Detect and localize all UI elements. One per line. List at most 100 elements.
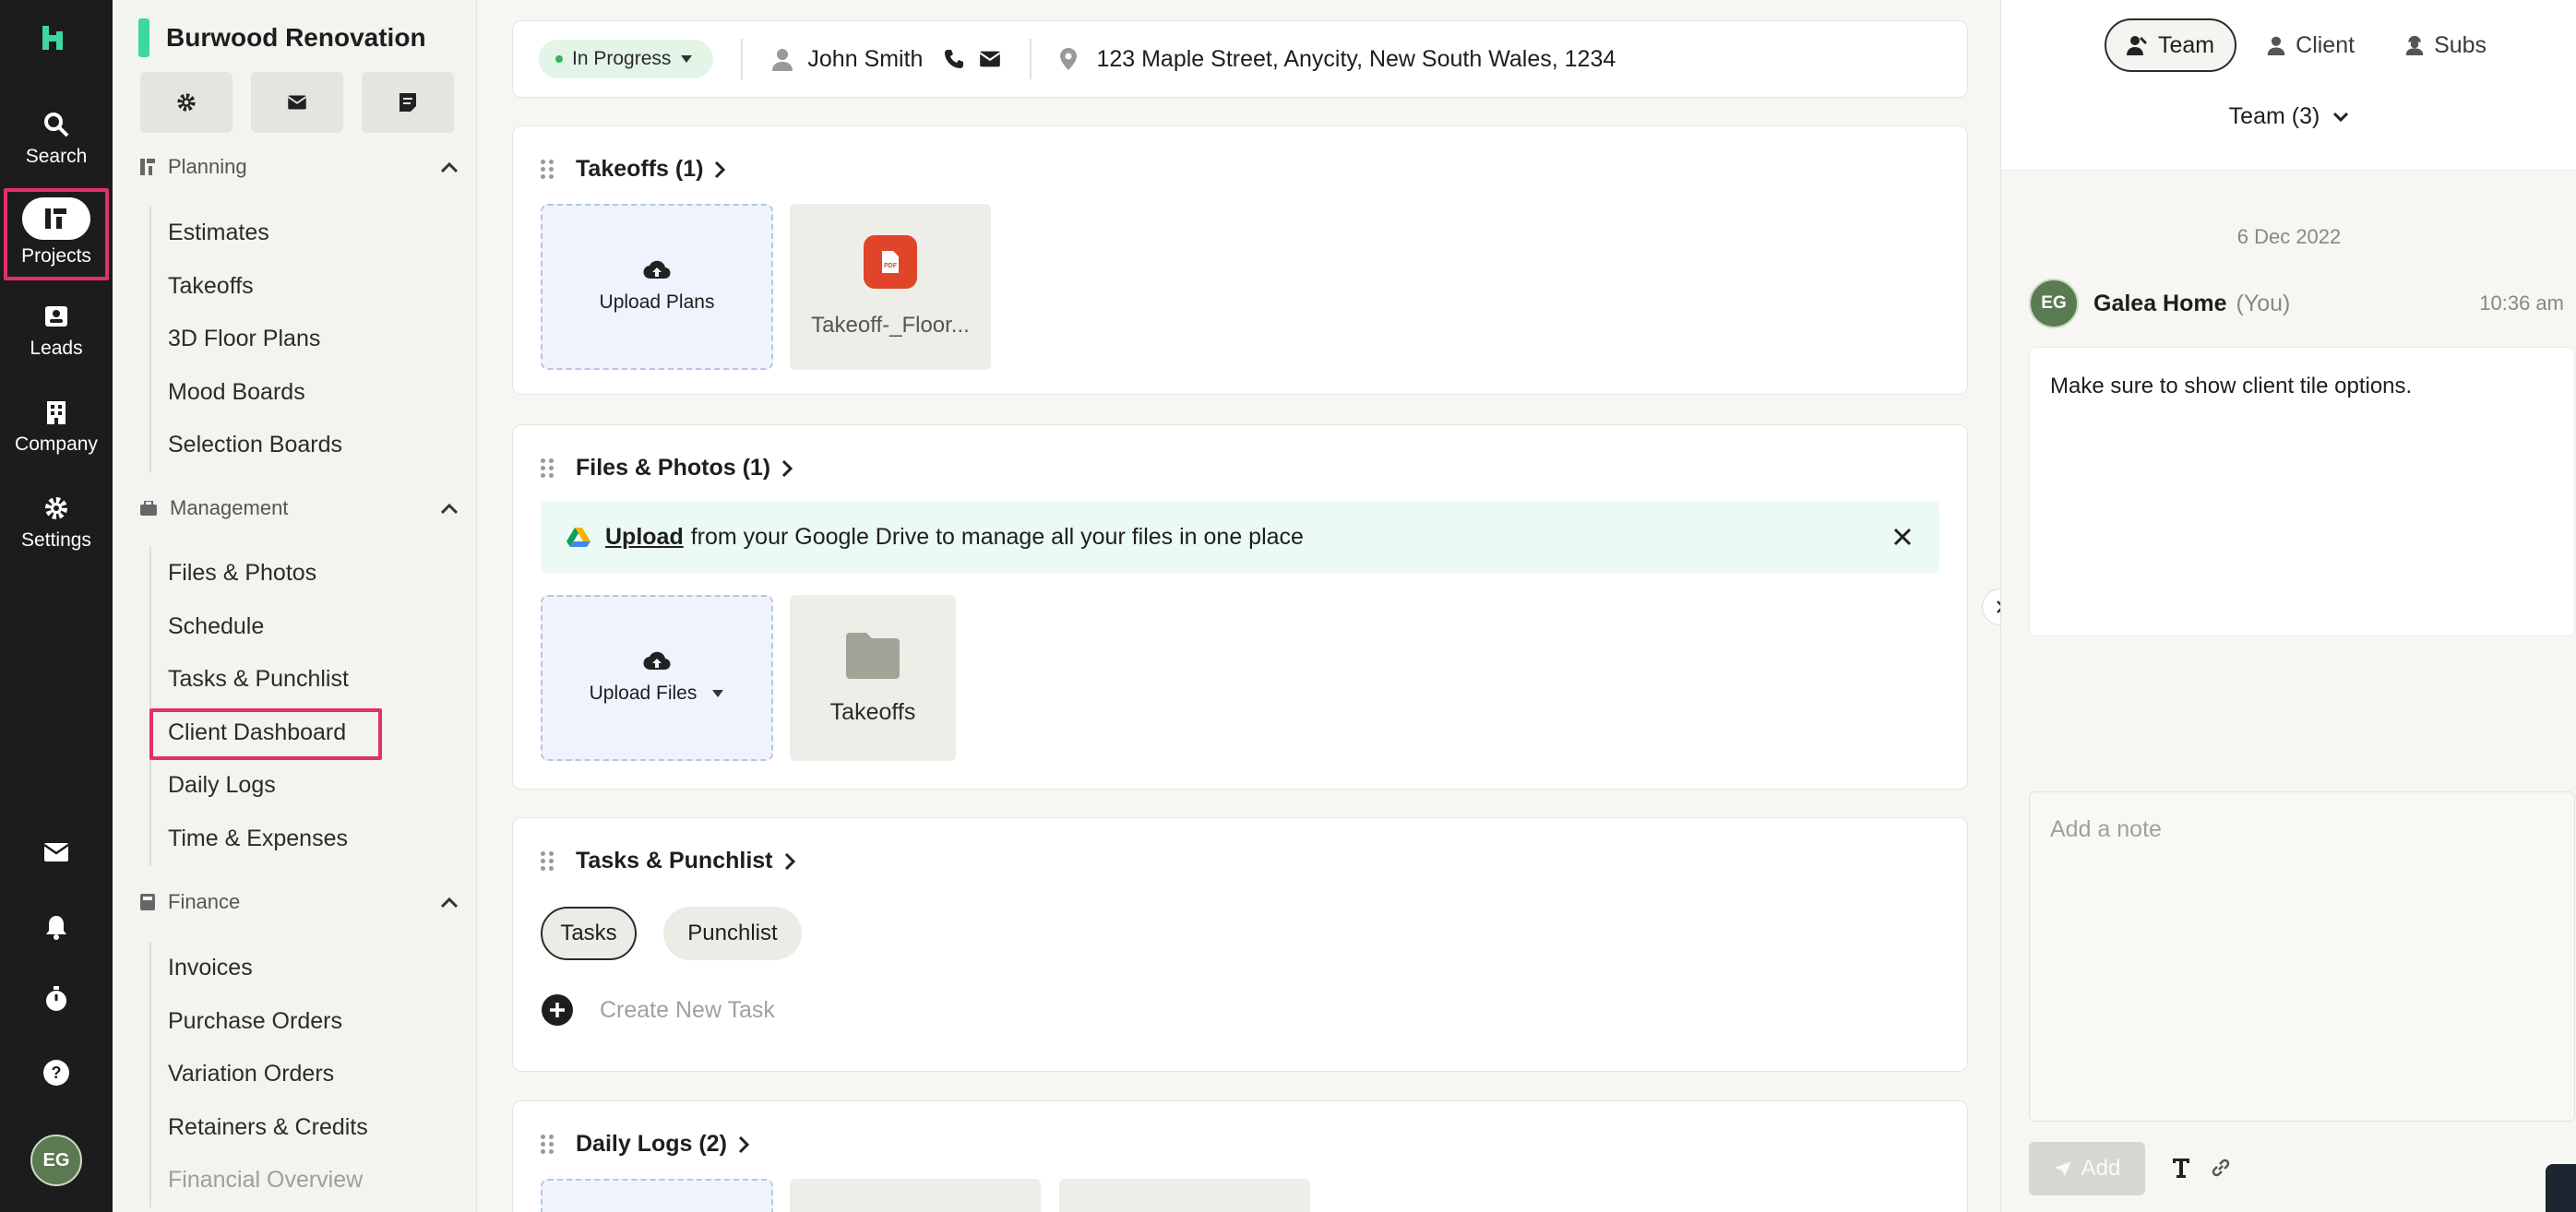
notifications-button[interactable] (0, 913, 113, 941)
link-icon[interactable] (2210, 1157, 2232, 1179)
drag-handle-icon[interactable] (541, 457, 554, 479)
takeoff-file-tile[interactable]: PDF Takeoff-_Floor... (790, 204, 991, 370)
drag-handle-icon[interactable] (541, 850, 554, 872)
rail-search-label: Search (25, 146, 88, 167)
rail-company-label: Company (15, 434, 98, 455)
takeoffs-title: Takeoffs (1) (576, 156, 704, 182)
tab-tasks[interactable]: Tasks (541, 907, 637, 960)
files-photos-card: Files & Photos (1) Upload from your Goog… (512, 424, 1968, 790)
project-sidebar: Burwood Renovation Planning Estimates Ta… (113, 0, 477, 1212)
rail-projects[interactable]: Projects (0, 197, 113, 267)
leads-icon (41, 301, 72, 332)
rail-settings[interactable]: Settings (0, 493, 113, 552)
section-planning-header[interactable]: Planning (140, 155, 459, 179)
tab-client[interactable]: Client (2246, 18, 2375, 72)
nav-3d-floor-plans[interactable]: 3D Floor Plans (168, 313, 342, 366)
chevron-right-icon (782, 459, 793, 477)
project-header: Burwood Renovation (138, 18, 426, 57)
nav-retainers-credits[interactable]: Retainers & Credits (168, 1101, 368, 1155)
nav-schedule[interactable]: Schedule (168, 600, 349, 654)
project-notes-button[interactable] (362, 72, 454, 133)
divider (741, 39, 744, 79)
note-message-text: Make sure to show client tile options. (2050, 374, 2413, 398)
nav-mood-boards[interactable]: Mood Boards (168, 366, 342, 420)
nav-tasks-punchlist[interactable]: Tasks & Punchlist (168, 653, 349, 707)
note-author-row: EG Galea Home (You) 10:36 am (2029, 279, 2564, 328)
project-settings-button[interactable] (140, 72, 233, 133)
nav-daily-logs[interactable]: Daily Logs (168, 759, 349, 813)
plus-circle-icon (542, 994, 573, 1026)
nav-time-expenses[interactable]: Time & Expenses (168, 813, 349, 866)
app-rail: Search Projects Leads Company Settings ? (0, 0, 113, 1212)
folder-icon (846, 632, 900, 679)
rail-projects-label: Projects (21, 245, 91, 267)
svg-text:?: ? (52, 1063, 62, 1082)
planning-nav: Estimates Takeoffs 3D Floor Plans Mood B… (149, 207, 342, 472)
tasks-header[interactable]: Tasks & Punchlist (541, 848, 795, 874)
nav-takeoffs[interactable]: Takeoffs (168, 260, 342, 314)
upload-plans-label: Upload Plans (599, 291, 715, 313)
add-note-button[interactable]: Add (2029, 1142, 2145, 1195)
company-icon (41, 397, 72, 428)
text-format-icon[interactable] (2171, 1157, 2191, 1179)
rail-company[interactable]: Company (0, 397, 113, 456)
upload-log-tile[interactable] (541, 1179, 773, 1212)
tab-punchlist[interactable]: Punchlist (663, 907, 802, 960)
project-title: Burwood Renovation (166, 23, 426, 52)
upload-files-tile[interactable]: Upload Files (541, 595, 773, 761)
user-avatar[interactable]: EG (30, 1135, 82, 1186)
takeoffs-card: Takeoffs (1) Upload Plans PDF Takeoff-_F… (512, 125, 1968, 395)
drag-handle-icon[interactable] (541, 1134, 554, 1155)
inbox-button[interactable] (0, 841, 113, 863)
nav-files-photos[interactable]: Files & Photos (168, 547, 349, 600)
nav-purchase-orders[interactable]: Purchase Orders (168, 995, 368, 1049)
takeoffs-folder-tile[interactable]: Takeoffs (790, 595, 956, 761)
upload-plans-tile[interactable]: Upload Plans (541, 204, 773, 370)
drive-upload-link[interactable]: Upload (605, 524, 684, 551)
rail-leads-label: Leads (30, 338, 83, 359)
chevron-right-icon (784, 852, 795, 870)
rail-search[interactable]: Search (0, 109, 113, 168)
support-widget[interactable] (2546, 1164, 2576, 1212)
tasks-title: Tasks & Punchlist (576, 848, 773, 873)
note-input[interactable]: Add a note (2029, 791, 2575, 1122)
tab-subs[interactable]: Subs (2384, 18, 2507, 72)
rail-settings-label: Settings (21, 529, 91, 551)
home-logo-icon[interactable] (39, 22, 70, 53)
section-finance-header[interactable]: Finance (140, 890, 459, 914)
drag-handle-icon[interactable] (541, 159, 554, 180)
nav-estimates[interactable]: Estimates (168, 207, 342, 260)
nav-invoices[interactable]: Invoices (168, 942, 368, 995)
worker-icon (2405, 35, 2424, 55)
daily-logs-header[interactable]: Daily Logs (2) (541, 1131, 749, 1158)
section-management-header[interactable]: Management (140, 496, 459, 520)
nav-selection-boards[interactable]: Selection Boards (168, 419, 342, 472)
project-mail-button[interactable] (251, 72, 343, 133)
status-dropdown[interactable]: In Progress (539, 40, 714, 78)
timer-button[interactable] (0, 985, 113, 1013)
client-name: John Smith (807, 45, 924, 72)
nav-client-dashboard[interactable]: Client Dashboard (168, 707, 349, 760)
nav-variation-orders[interactable]: Variation Orders (168, 1048, 368, 1101)
takeoffs-header[interactable]: Takeoffs (1) (541, 156, 726, 183)
team-dropdown[interactable]: Team (3) (2001, 103, 2576, 130)
phone-icon[interactable] (943, 48, 965, 70)
tab-team[interactable]: Team (2105, 18, 2237, 72)
close-icon[interactable] (1893, 528, 1912, 546)
files-photos-header[interactable]: Files & Photos (1) (541, 455, 793, 481)
daily-log-tile[interactable] (1059, 1179, 1310, 1212)
create-task-button[interactable]: Create New Task (541, 993, 775, 1027)
avatar-wrap: EG (0, 1135, 113, 1186)
daily-log-tile[interactable] (790, 1179, 1041, 1212)
management-nav: Files & Photos Schedule Tasks & Punchlis… (149, 547, 349, 866)
tab-client-label: Client (2296, 31, 2355, 58)
add-note-label: Add (2081, 1156, 2121, 1181)
mail-icon (287, 95, 307, 110)
rail-leads[interactable]: Leads (0, 301, 113, 360)
mail-icon[interactable] (978, 50, 1002, 68)
help-button[interactable]: ? (0, 1059, 113, 1087)
upload-files-label: Upload Files (589, 683, 698, 704)
cloud-upload-icon (643, 260, 671, 279)
search-icon (41, 109, 72, 140)
nav-financial-overview[interactable]: Financial Overview (168, 1154, 368, 1207)
